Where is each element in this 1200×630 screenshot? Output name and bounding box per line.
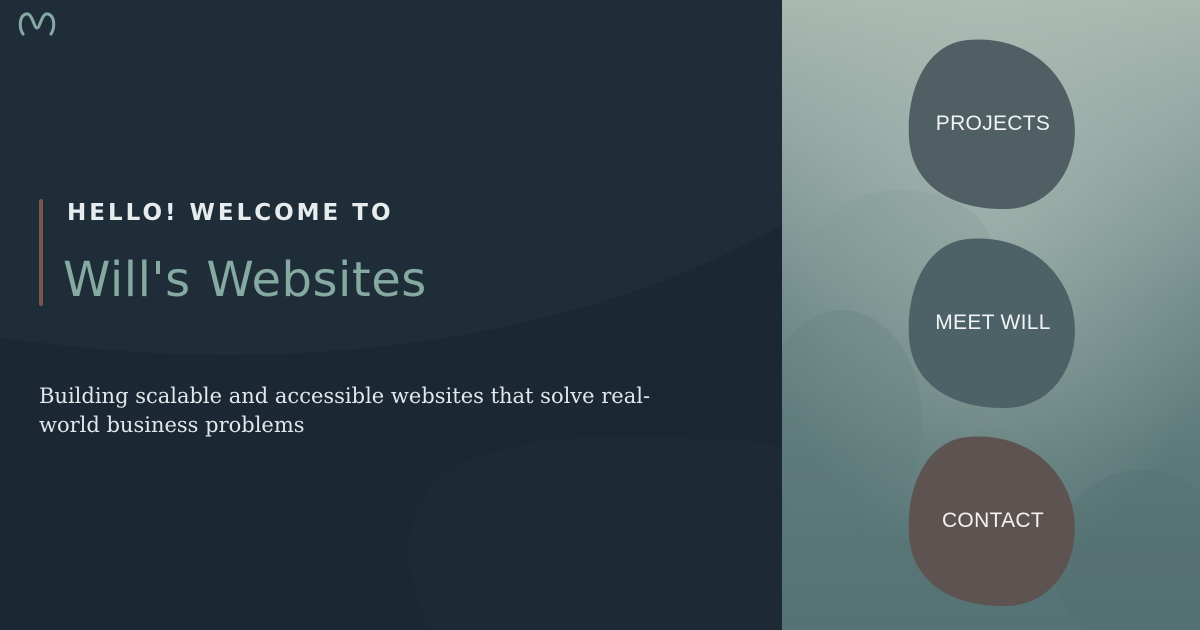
welcome-eyebrow: HELLO! WELCOME TO [67, 200, 394, 226]
nav-projects-button[interactable]: PROJECTS [908, 38, 1078, 210]
nav-contact-label: CONTACT [941, 509, 1045, 532]
nav-panel: PROJECTS MEET WILL CONTACT [782, 0, 1200, 630]
nav-contact-button[interactable]: CONTACT [908, 435, 1078, 607]
site-title: Will's Websites [63, 252, 427, 308]
hero-tagline: Building scalable and accessible website… [39, 384, 651, 437]
headline-accent-bar [39, 199, 43, 306]
hero-panel: HELLO! WELCOME TO Will's Websites Buildi… [0, 0, 782, 630]
w-wave-logo-icon[interactable] [18, 10, 56, 38]
landing-page: HELLO! WELCOME TO Will's Websites Buildi… [0, 0, 1200, 630]
background-curve [0, 0, 782, 630]
nav-meet-will-label: MEET WILL [935, 311, 1051, 334]
nav-meet-will-button[interactable]: MEET WILL [908, 237, 1078, 409]
nav-projects-label: PROJECTS [935, 112, 1051, 135]
